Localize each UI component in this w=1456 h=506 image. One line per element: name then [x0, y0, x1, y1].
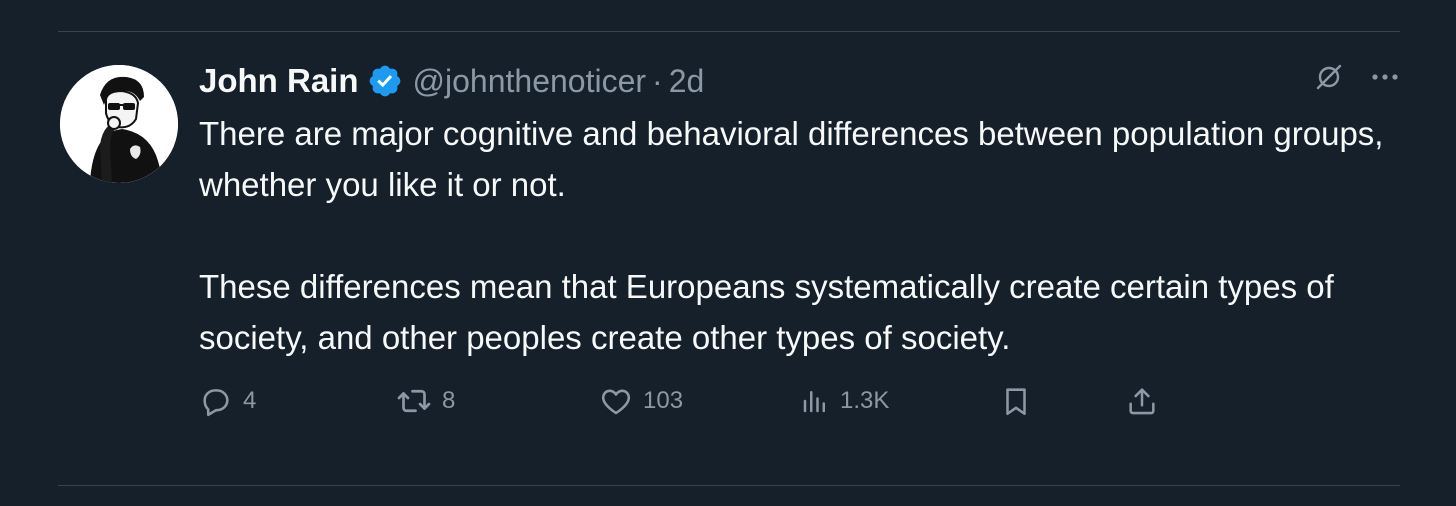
grok-icon[interactable]: [1314, 62, 1344, 92]
repost-icon: [396, 383, 432, 419]
tweet-paragraph-2: These differences mean that Europeans sy…: [199, 268, 1334, 356]
tweet-header: John Rain @johnthenoticer · 2d: [199, 58, 704, 104]
heart-icon: [599, 384, 633, 418]
share-button[interactable]: [1125, 380, 1159, 422]
bottom-divider: [58, 485, 1400, 486]
avatar[interactable]: [60, 65, 178, 183]
views-count: 1.3K: [840, 387, 890, 414]
more-icon[interactable]: [1370, 62, 1400, 92]
bookmark-button[interactable]: [999, 380, 1033, 422]
views-icon: [800, 386, 830, 416]
share-icon: [1125, 384, 1159, 418]
tweet-action-bar: 4 8 103 1.3K: [199, 380, 1199, 422]
reply-button[interactable]: 4: [199, 380, 256, 422]
top-divider: [58, 31, 1400, 32]
repost-count: 8: [442, 387, 456, 414]
author-name[interactable]: John Rain: [199, 62, 359, 100]
author-handle[interactable]: @johnthenoticer: [413, 63, 647, 100]
repost-button[interactable]: 8: [396, 380, 455, 422]
like-count: 103: [643, 387, 684, 414]
separator-dot: ·: [652, 62, 663, 99]
like-button[interactable]: 103: [599, 380, 683, 422]
tweet-text: There are major cognitive and behavioral…: [199, 108, 1399, 363]
verified-badge-icon[interactable]: [367, 63, 403, 99]
avatar-image: [60, 65, 178, 183]
reply-count: 4: [243, 387, 257, 414]
tweet-top-actions: [1314, 62, 1400, 92]
views-button[interactable]: 1.3K: [800, 380, 889, 422]
reply-icon: [199, 384, 233, 418]
tweet-paragraph-1: There are major cognitive and behavioral…: [199, 115, 1384, 203]
bookmark-icon: [999, 384, 1033, 418]
timestamp[interactable]: 2d: [669, 63, 705, 100]
